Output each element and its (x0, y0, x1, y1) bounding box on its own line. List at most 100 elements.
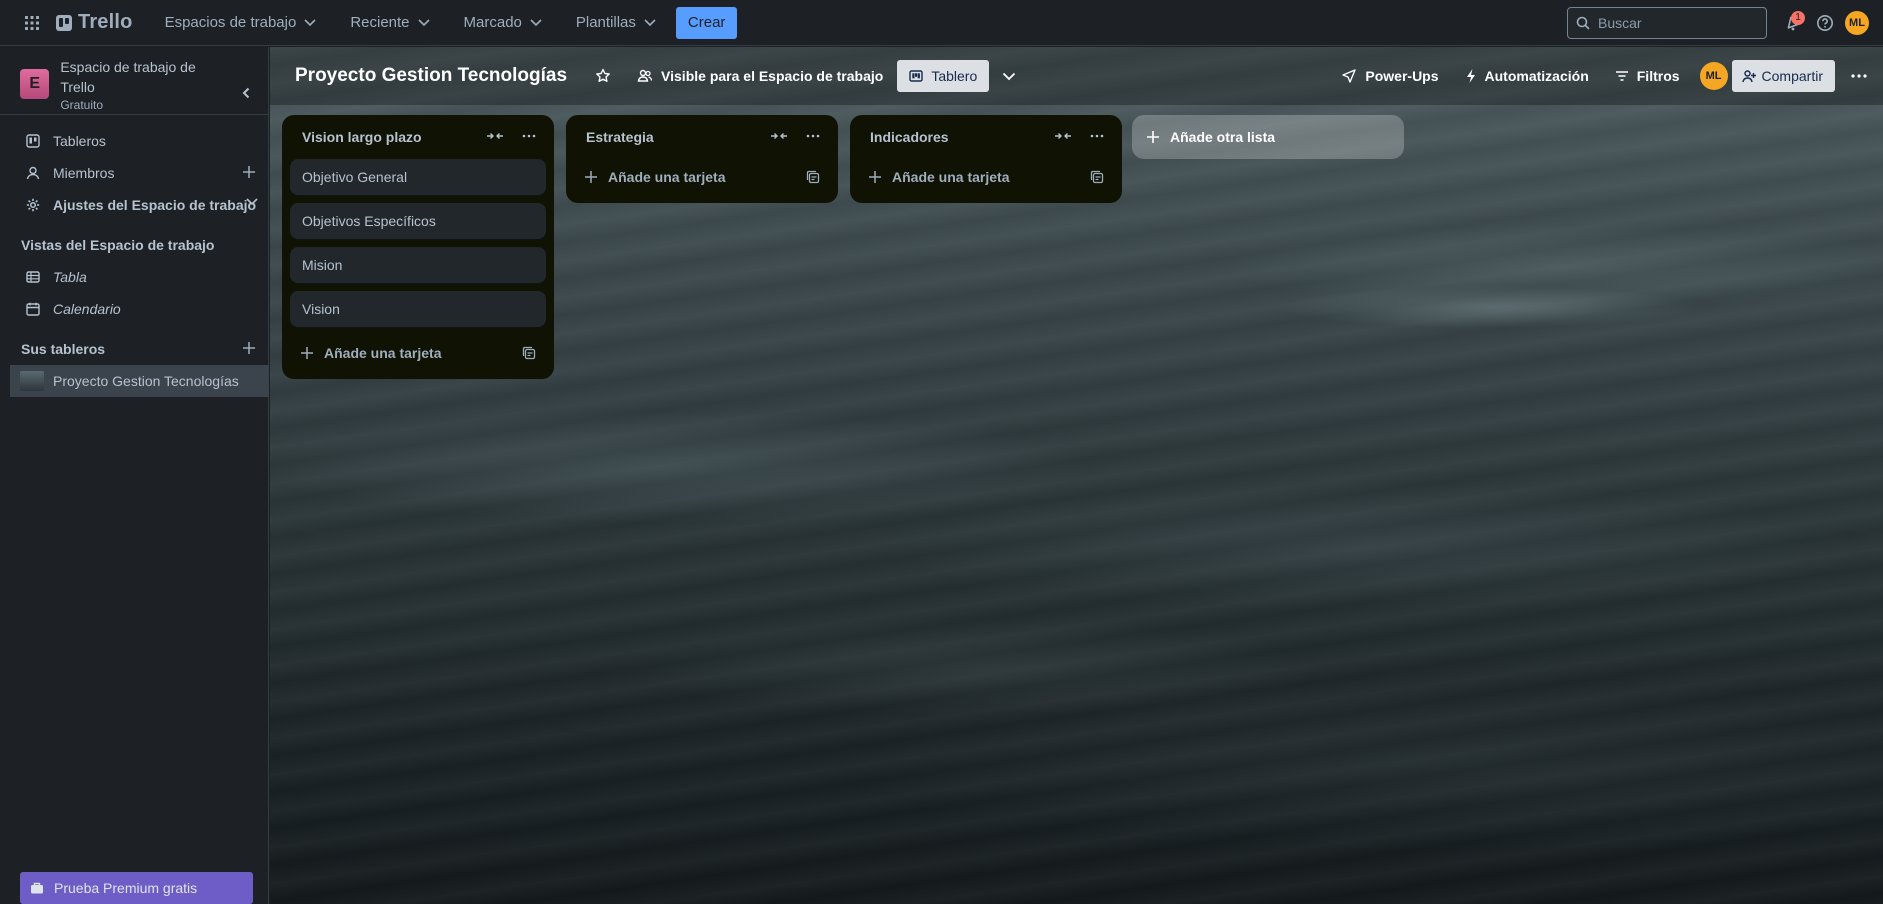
add-board-icon[interactable] (242, 341, 256, 355)
star-board-button[interactable] (587, 60, 619, 92)
card-title: Objetivos Específicos (302, 213, 436, 229)
add-list-label: Añade otra lista (1170, 129, 1276, 145)
sidebar-item-workspace-settings[interactable]: Ajustes del Espacio de trabajo (0, 189, 268, 221)
board-header: Proyecto Gestion Tecnologías Visible par… (270, 47, 1883, 105)
card-template-icon[interactable] (522, 346, 536, 360)
list-indicadores: Indicadores Añade una tarjeta (850, 115, 1122, 203)
sidebar-item-table-view[interactable]: Tabla (0, 261, 268, 293)
share-button[interactable]: Compartir (1731, 60, 1835, 92)
nav-recent[interactable]: Reciente (342, 7, 437, 39)
sidebar-item-label: Ajustes del Espacio de trabajo (53, 197, 257, 213)
collapse-list-icon[interactable] (486, 129, 504, 143)
star-icon (596, 68, 610, 82)
sidebar-board-item[interactable]: Proyecto Gestion Tecnologías (10, 365, 269, 397)
card-template-icon[interactable] (1090, 170, 1104, 184)
plus-icon (869, 171, 881, 183)
board-icon (909, 70, 924, 82)
card[interactable]: Vision (290, 291, 546, 327)
chevron-down-icon (1003, 72, 1016, 80)
add-member-icon[interactable] (242, 165, 256, 179)
workspace-header: E Espacio de trabajo de Trello Gratuito (0, 47, 268, 115)
card[interactable]: Mision (290, 247, 546, 283)
app-switcher-icon[interactable] (22, 13, 42, 33)
account-button[interactable]: ML (1841, 7, 1873, 39)
add-card-button[interactable]: Añade una tarjeta (290, 335, 546, 371)
add-card-button[interactable]: Añade una tarjeta (574, 159, 830, 195)
search-box[interactable] (1567, 6, 1767, 39)
board-thumbnail (20, 371, 44, 391)
sidebar: E Espacio de trabajo de Trello Gratuito … (0, 47, 269, 904)
your-boards-title: Sus tableros (21, 341, 106, 357)
filters-button[interactable]: Filtros (1607, 60, 1688, 92)
top-navigation-bar: Trello Espacios de trabajo Reciente Marc… (0, 0, 1883, 46)
list-title[interactable]: Indicadores (870, 129, 949, 145)
power-ups-label: Power-Ups (1365, 68, 1439, 84)
add-list-button[interactable]: Añade otra lista (1132, 115, 1404, 159)
collapse-list-icon[interactable] (1054, 129, 1072, 143)
trello-logo-icon (56, 14, 72, 31)
filter-icon (1615, 71, 1628, 81)
nav-workspaces[interactable]: Espacios de trabajo (157, 7, 325, 39)
automation-button[interactable]: Automatización (1457, 60, 1597, 92)
list-title[interactable]: Estrategia (586, 129, 654, 145)
board-view-label: Tablero (931, 68, 978, 84)
board-menu-button[interactable] (1843, 60, 1875, 92)
more-icon[interactable] (522, 129, 536, 143)
card-title: Objetivo General (302, 169, 408, 185)
switch-view-button[interactable] (993, 60, 1025, 92)
power-ups-button[interactable]: Power-Ups (1333, 60, 1446, 92)
lightning-icon (1466, 69, 1475, 83)
chevron-down-icon (644, 18, 656, 26)
more-icon[interactable] (806, 129, 820, 143)
nav-templates-label: Plantillas (575, 14, 636, 31)
briefcase-icon (31, 882, 43, 894)
help-icon (1817, 14, 1833, 31)
list-header[interactable]: Indicadores (858, 115, 1114, 159)
sidebar-item-boards[interactable]: Tableros (0, 125, 268, 157)
sidebar-item-label: Tabla (53, 269, 87, 285)
card[interactable]: Objetivo General (290, 159, 546, 195)
more-icon[interactable] (1090, 129, 1104, 143)
list-header[interactable]: Vision largo plazo (290, 115, 546, 159)
plus-icon (1147, 131, 1159, 143)
your-boards-heading: Sus tableros (0, 333, 268, 365)
visibility-button[interactable]: Visible para el Espacio de trabajo (629, 60, 891, 92)
add-person-icon (1741, 70, 1756, 83)
visibility-label: Visible para el Espacio de trabajo (661, 68, 884, 84)
workspace-logo: E (20, 69, 50, 99)
create-button[interactable]: Crear (675, 6, 738, 39)
search-input[interactable] (1598, 14, 1748, 31)
workspace-name[interactable]: Espacio de trabajo de Trello (60, 57, 226, 97)
nav-templates[interactable]: Plantillas (568, 7, 664, 39)
collapse-list-icon[interactable] (770, 129, 788, 143)
board-icon (25, 133, 41, 149)
chevron-down-icon (530, 18, 542, 26)
premium-label: Prueba Premium gratis (54, 880, 198, 896)
chevron-down-icon (304, 18, 316, 26)
board-member-avatar[interactable]: ML (1699, 62, 1728, 90)
list-header[interactable]: Estrategia (574, 115, 830, 159)
notifications-button[interactable]: 1 (1777, 7, 1809, 39)
premium-trial-button[interactable]: Prueba Premium gratis (20, 872, 253, 904)
people-icon (637, 69, 653, 82)
gear-icon (25, 197, 41, 213)
board-title[interactable]: Proyecto Gestion Tecnologías (295, 65, 567, 87)
card[interactable]: Objetivos Específicos (290, 203, 546, 239)
add-card-button[interactable]: Añade una tarjeta (858, 159, 1114, 195)
card-title: Mision (302, 257, 343, 273)
board-canvas: Proyecto Gestion Tecnologías Visible par… (270, 47, 1883, 904)
trello-logo[interactable]: Trello (56, 11, 133, 34)
list-estrategia: Estrategia Añade una tarjeta (566, 115, 838, 203)
list-vision-largo-plazo: Vision largo plazo Objetivo General Obje… (282, 115, 554, 379)
sidebar-item-label: Miembros (53, 165, 115, 181)
chevron-down-icon (417, 18, 430, 26)
sidebar-board-label: Proyecto Gestion Tecnologías (53, 373, 239, 389)
collapse-sidebar-button[interactable] (235, 81, 258, 105)
sidebar-item-members[interactable]: Miembros (0, 157, 268, 189)
nav-starred[interactable]: Marcado (456, 7, 550, 39)
board-view-button[interactable]: Tablero (897, 60, 990, 92)
card-template-icon[interactable] (806, 170, 820, 184)
sidebar-item-calendar-view[interactable]: Calendario (0, 293, 268, 325)
help-button[interactable] (1809, 7, 1841, 39)
list-title[interactable]: Vision largo plazo (302, 129, 422, 145)
